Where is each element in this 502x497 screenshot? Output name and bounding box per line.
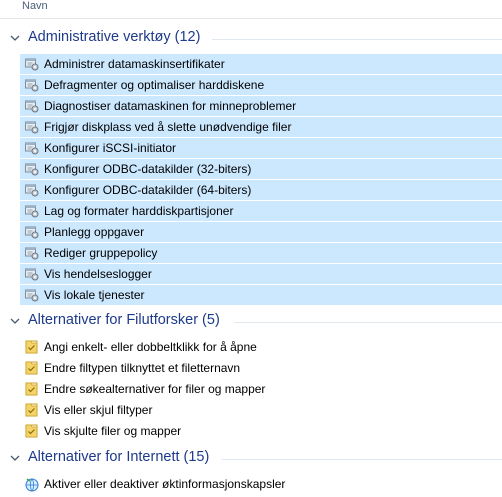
chevron-down-icon[interactable] — [9, 315, 21, 327]
group-divider — [222, 459, 502, 460]
folder-options-icon — [24, 381, 40, 397]
list-item[interactable]: Lag og formater harddiskpartisjoner — [20, 201, 502, 221]
list-item[interactable]: Aktiver eller deaktiver øktinformasjonsk… — [20, 474, 502, 494]
admin-tool-icon — [24, 266, 40, 282]
list-item-label: Konfigurer ODBC-datakilder (64-biters) — [44, 183, 252, 197]
list-item[interactable]: Defragmenter og optimaliser harddiskene — [20, 75, 502, 95]
list-item[interactable]: Diagnostiser datamaskinen for minneprobl… — [20, 96, 502, 116]
chevron-down-icon[interactable] — [9, 32, 21, 44]
list-item-label: Vis skjulte filer og mapper — [44, 424, 182, 438]
list-item[interactable]: Angi enkelt- eller dobbeltklikk for å åp… — [20, 337, 502, 357]
list-item[interactable]: Konfigurer ODBC-datakilder (64-biters) — [20, 180, 502, 200]
list-item-label: Rediger gruppepolicy — [44, 246, 158, 260]
group-divider — [234, 322, 502, 323]
folder-options-icon — [24, 360, 40, 376]
list-item[interactable]: Planlegg oppgaver — [20, 222, 502, 242]
list-item-label: Lag og formater harddiskpartisjoner — [44, 204, 234, 218]
group-header-file-explorer-options[interactable]: Alternativer for Filutforsker (5) — [0, 311, 502, 333]
list-item-label: Aktiver eller deaktiver øktinformasjonsk… — [44, 477, 286, 491]
internet-options-icon — [24, 476, 40, 492]
column-header[interactable]: Navn — [0, 0, 502, 19]
list-item[interactable]: Vis eller skjul filtyper — [20, 400, 502, 420]
admin-tool-icon — [24, 98, 40, 114]
list-item[interactable]: Konfigurer iSCSI-initiator — [20, 138, 502, 158]
admin-tool-icon — [24, 224, 40, 240]
list-item-label: Frigjør diskplass ved å slette unødvendi… — [44, 120, 292, 134]
list-item-label: Angi enkelt- eller dobbeltklikk for å åp… — [44, 340, 257, 354]
chevron-down-icon[interactable] — [9, 452, 21, 464]
admin-tool-icon — [24, 161, 40, 177]
list-item[interactable]: Konfigurer ODBC-datakilder (32-biters) — [20, 159, 502, 179]
list-item-label: Defragmenter og optimaliser harddiskene — [44, 78, 265, 92]
admin-tool-icon — [24, 182, 40, 198]
admin-tool-icon — [24, 203, 40, 219]
admin-tool-icon — [24, 56, 40, 72]
list-item[interactable]: Endre søkealternativer for filer og mapp… — [20, 379, 502, 399]
list-item[interactable]: Vis hendelseslogger — [20, 264, 502, 284]
group-title: Alternativer for Internett (15) — [28, 449, 210, 465]
list-item-label: Vis eller skjul filtyper — [44, 403, 153, 417]
list-item-label: Konfigurer iSCSI-initiator — [44, 141, 177, 155]
list-item[interactable]: Vis lokale tjenester — [20, 285, 502, 305]
list-item-label: Planlegg oppgaver — [44, 225, 145, 239]
column-header-name[interactable]: Navn — [22, 0, 48, 12]
admin-tool-icon — [24, 287, 40, 303]
list-item-label: Konfigurer ODBC-datakilder (32-biters) — [44, 162, 252, 176]
group-title: Administrative verktøy (12) — [28, 29, 201, 45]
admin-tool-icon — [24, 77, 40, 93]
folder-options-icon — [24, 402, 40, 418]
group-title: Alternativer for Filutforsker (5) — [28, 312, 220, 328]
list-item-label: Administrer datamaskinsertifikater — [44, 57, 225, 71]
admin-tool-icon — [24, 245, 40, 261]
admin-tool-icon — [24, 119, 40, 135]
list-item[interactable]: Frigjør diskplass ved å slette unødvendi… — [20, 117, 502, 137]
list-item[interactable]: Vis skjulte filer og mapper — [20, 421, 502, 441]
folder-options-icon — [24, 339, 40, 355]
list-item-label: Diagnostiser datamaskinen for minneprobl… — [44, 99, 297, 113]
group-header-internet-options[interactable]: Alternativer for Internett (15) — [0, 448, 502, 470]
group-divider — [212, 39, 502, 40]
list-item-label: Endre søkealternativer for filer og mapp… — [44, 382, 266, 396]
admin-tool-icon — [24, 140, 40, 156]
list-item[interactable]: Administrer datamaskinsertifikater — [20, 54, 502, 74]
list-item-label: Vis hendelseslogger — [44, 267, 152, 281]
folder-options-icon — [24, 423, 40, 439]
list-item[interactable]: Endre filtypen tilknyttet et filetternav… — [20, 358, 502, 378]
list-item[interactable]: Rediger gruppepolicy — [20, 243, 502, 263]
list-item-label: Endre filtypen tilknyttet et filetternav… — [44, 361, 241, 375]
list-item-label: Vis lokale tjenester — [44, 288, 145, 302]
group-header-administrative-tools[interactable]: Administrative verktøy (12) — [0, 28, 502, 50]
